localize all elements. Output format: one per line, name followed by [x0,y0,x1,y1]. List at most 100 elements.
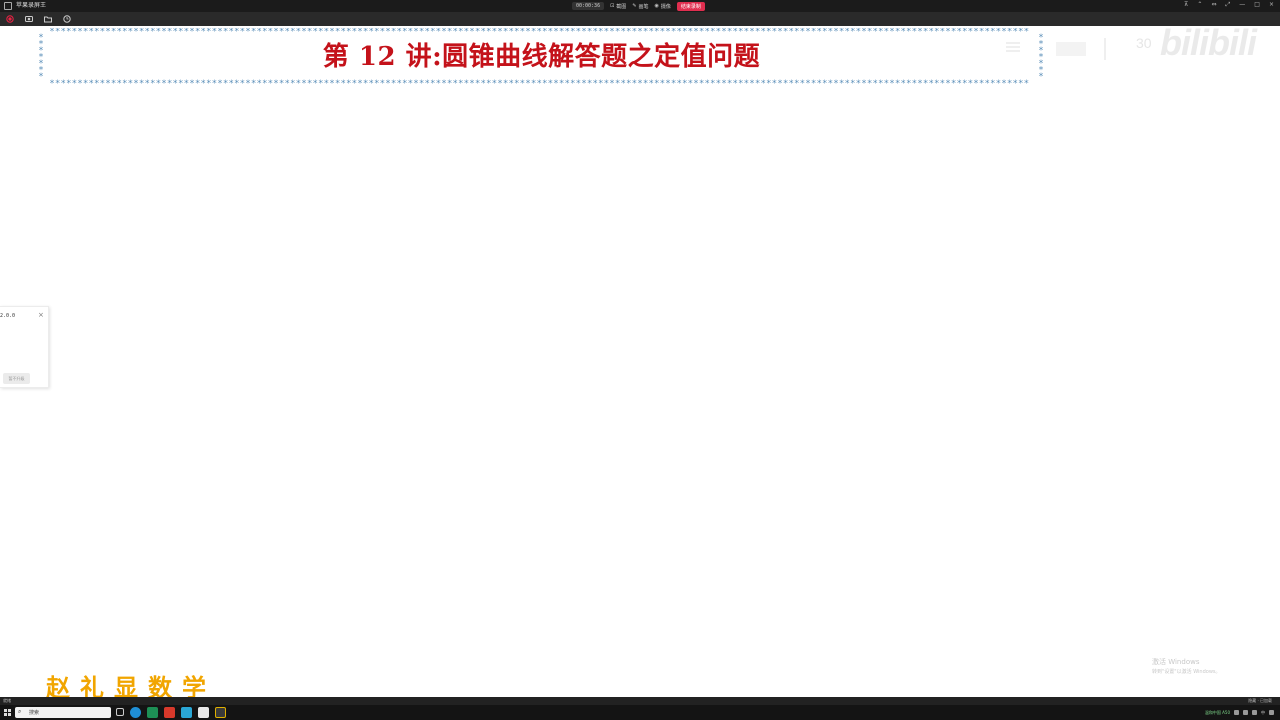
network-icon[interactable] [1243,710,1248,715]
svg-text:*: * [755,79,760,86]
pen-icon: ✎ [632,3,637,9]
svg-text:*: * [694,79,699,86]
swap-icon[interactable]: ⇔ [1211,1,1216,9]
notification-icon[interactable] [1269,710,1274,715]
pin-icon[interactable]: ⊼ [1184,1,1188,9]
edge-icon[interactable] [130,707,141,718]
svg-text:*: * [263,79,268,86]
svg-text:*: * [201,79,206,86]
svg-text:*: * [649,79,654,86]
svg-text:*: * [632,79,637,86]
svg-text:*: * [184,79,189,86]
lecture-title: 第 12 讲:圆锥曲线解答题之定值问题 [322,42,761,72]
svg-text:*: * [167,79,172,86]
stop-recording-button[interactable]: 结束录制 [676,1,705,11]
svg-text:*: * [806,79,811,86]
windows-start-icon[interactable] [4,709,11,716]
maximize-icon[interactable]: □ [1254,1,1260,9]
svg-text:*: * [699,79,704,86]
status-bar: 就绪 隐藏 · 已加载 [0,697,1280,705]
timer-icon[interactable] [63,15,71,23]
tray-icon[interactable] [1234,710,1239,715]
excel-icon[interactable] [147,707,158,718]
svg-text:*: * [666,79,671,86]
record-icon[interactable] [6,15,14,23]
svg-text:*: * [279,79,284,86]
svg-text:*: * [117,79,122,86]
svg-text:*: * [470,79,475,86]
camera-icon[interactable] [25,15,33,23]
svg-text:*: * [67,79,72,86]
toolbar [0,12,1280,26]
svg-text:*: * [1013,79,1018,86]
pen-button[interactable]: ✎ 画笔 [632,3,648,10]
svg-text:*: * [72,79,77,86]
collapse-icon[interactable]: ⌃ [1197,1,1202,9]
svg-text:*: * [705,79,710,86]
svg-text:*: * [683,79,688,86]
svg-text:*: * [229,79,234,86]
svg-text:*: * [761,79,766,86]
svg-text:*: * [319,79,324,86]
svg-text:*: * [246,79,251,86]
svg-text:*: * [296,79,301,86]
camera-button[interactable]: ◉ 摄像 [655,3,671,10]
svg-text:*: * [783,79,788,86]
svg-text:*: * [358,79,363,86]
svg-text:*: * [492,79,497,86]
svg-text:*: * [968,79,973,86]
svg-text:*: * [145,79,150,86]
wps-icon[interactable] [164,707,175,718]
svg-text:*: * [95,79,100,86]
svg-text:*: * [1039,72,1044,82]
camera-label: 摄像 [660,3,671,10]
title-bar: 苹果录屏王 00:00:36 ⊡ 截图 ✎ 画笔 ◉ 摄像 结束录制 ⊼ ⌃ ⇔… [0,0,1280,12]
window-controls: ⊼ ⌃ ⇔ ⤢ — □ × [1184,1,1274,9]
svg-text:*: * [823,79,828,86]
minimize-icon[interactable]: — [1239,1,1245,9]
svg-text:*: * [134,79,139,86]
svg-text:*: * [419,79,424,86]
svg-text:*: * [223,79,228,86]
recorder-app-icon[interactable] [215,707,226,718]
svg-text:*: * [39,72,44,82]
fullscreen-icon[interactable]: ⤢ [1225,1,1230,9]
svg-text:*: * [621,79,626,86]
svg-text:*: * [750,79,755,86]
files-icon[interactable] [181,707,192,718]
pen-label: 画笔 [638,3,649,10]
svg-text:*: * [565,79,570,86]
weather-widget[interactable]: 温和中国 A50 [1205,710,1230,716]
svg-text:*: * [240,79,245,86]
grid-app-icon[interactable] [198,707,209,718]
svg-text:*: * [946,79,951,86]
svg-text:*: * [951,79,956,86]
screenshot-button[interactable]: ⊡ 截图 [610,3,626,10]
volume-icon[interactable] [1252,710,1257,715]
taskbar-search[interactable]: ⌕ 搜索 [15,707,111,718]
svg-text:*: * [554,79,559,86]
svg-text:*: * [1024,79,1029,86]
svg-text:*: * [106,79,111,86]
input-method[interactable]: 中 [1261,710,1265,716]
svg-text:*: * [459,79,464,86]
svg-text:*: * [100,79,105,86]
svg-text:*: * [341,79,346,86]
taskbar-apps [116,707,226,718]
svg-text:*: * [716,79,721,86]
task-view-icon[interactable] [116,708,124,716]
svg-text:*: * [548,79,553,86]
svg-text:*: * [83,79,88,86]
svg-text:*: * [487,79,492,86]
close-icon[interactable]: × [38,311,44,319]
folder-icon[interactable] [44,15,52,23]
svg-text:*: * [330,79,335,86]
svg-text:*: * [235,79,240,86]
skip-update-button[interactable]: 暂不升级 [3,373,30,384]
svg-text:*: * [834,79,839,86]
svg-text:*: * [615,79,620,86]
svg-text:*: * [901,79,906,86]
close-icon[interactable]: × [1269,1,1274,9]
svg-text:*: * [509,79,514,86]
svg-text:*: * [78,79,83,86]
